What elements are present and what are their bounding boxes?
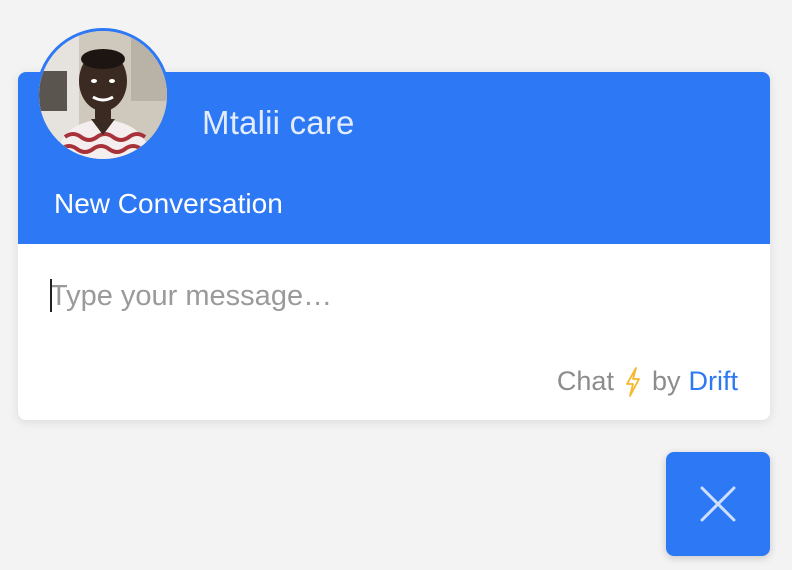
powered-by-drift: Chat by Drift bbox=[557, 366, 738, 397]
message-composer: Chat by Drift bbox=[18, 244, 770, 420]
agent-avatar bbox=[36, 28, 170, 162]
conversation-title: New Conversation bbox=[54, 188, 283, 219]
lightning-bolt-icon bbox=[626, 366, 640, 397]
message-input[interactable] bbox=[50, 272, 730, 320]
text-caret bbox=[50, 279, 52, 312]
avatar-portrait-icon bbox=[39, 31, 167, 159]
close-chat-button[interactable] bbox=[666, 452, 770, 556]
chat-widget: Mtalii care New Conversation Type your m… bbox=[18, 28, 770, 420]
branding-by-label: by bbox=[651, 366, 681, 396]
drift-link[interactable]: Drift bbox=[689, 366, 739, 397]
close-icon bbox=[700, 486, 736, 522]
agent-name: Mtalii care bbox=[202, 104, 355, 141]
chat-widget-stage: Mtalii care New Conversation Type your m… bbox=[0, 0, 792, 570]
branding-chat-label: Chat bbox=[556, 366, 614, 396]
